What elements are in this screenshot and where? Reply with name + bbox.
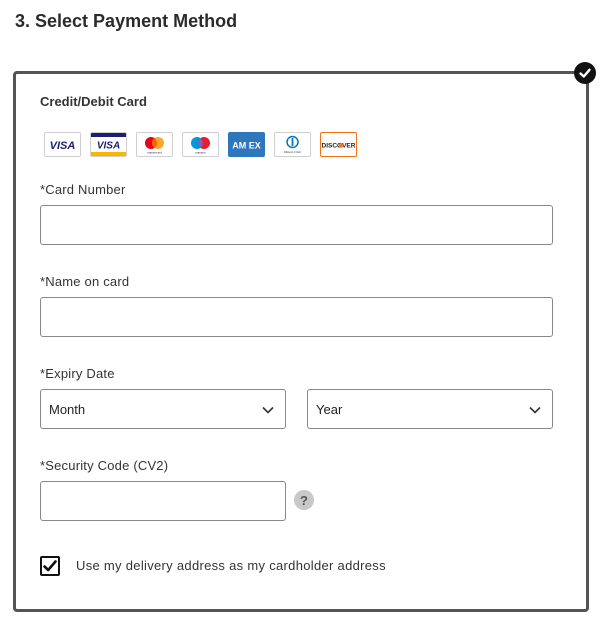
payment-method-title: Credit/Debit Card [40, 94, 147, 109]
visa-logo-text: VISA [50, 140, 76, 152]
card-number-label: *Card Number [40, 182, 126, 197]
delivery-address-checkbox[interactable] [40, 556, 60, 576]
diners-club-logo-icon: Diners Club [274, 132, 311, 157]
card-number-input[interactable] [40, 205, 553, 245]
maestro-logo-text: maestro [195, 151, 206, 155]
diners-club-logo-text: Diners Club [284, 150, 301, 154]
expiry-date-label: *Expiry Date [40, 366, 115, 381]
mastercard-logo-text: mastercard [147, 151, 162, 155]
expiry-year-value: Year [316, 401, 343, 417]
name-on-card-input[interactable] [40, 297, 553, 337]
mastercard-logo-icon: mastercard [136, 132, 173, 157]
maestro-logo-icon: maestro [182, 132, 219, 157]
amex-logo-icon: AM EX [228, 132, 265, 157]
expiry-month-value: Month [49, 401, 86, 417]
security-code-label: *Security Code (CV2) [40, 458, 169, 473]
amex-logo-text: AM EX [232, 141, 261, 151]
name-on-card-label: *Name on card [40, 274, 130, 289]
visa-electron-logo-icon: VISA [90, 132, 127, 157]
delivery-address-label[interactable]: Use my delivery address as my cardholder… [76, 558, 386, 573]
chevron-down-icon [529, 406, 541, 414]
selected-checkmark-icon [574, 62, 596, 84]
visa-electron-logo-text: VISA [97, 141, 120, 152]
section-title: 3. Select Payment Method [15, 11, 238, 31]
discover-logo-text: DISCOVER [322, 143, 356, 150]
expiry-year-select[interactable]: Year [307, 389, 553, 429]
visa-logo-icon: VISA [44, 132, 81, 157]
expiry-month-select[interactable]: Month [40, 389, 286, 429]
chevron-down-icon [262, 406, 274, 414]
question-icon[interactable]: ? [294, 490, 314, 510]
discover-logo-icon: DISCOVER [320, 132, 357, 157]
card-logos: VISA VISA mastercard maestro AM EX Diner… [44, 132, 357, 157]
checkbox-check-icon [43, 560, 57, 572]
security-code-input[interactable] [40, 481, 286, 521]
